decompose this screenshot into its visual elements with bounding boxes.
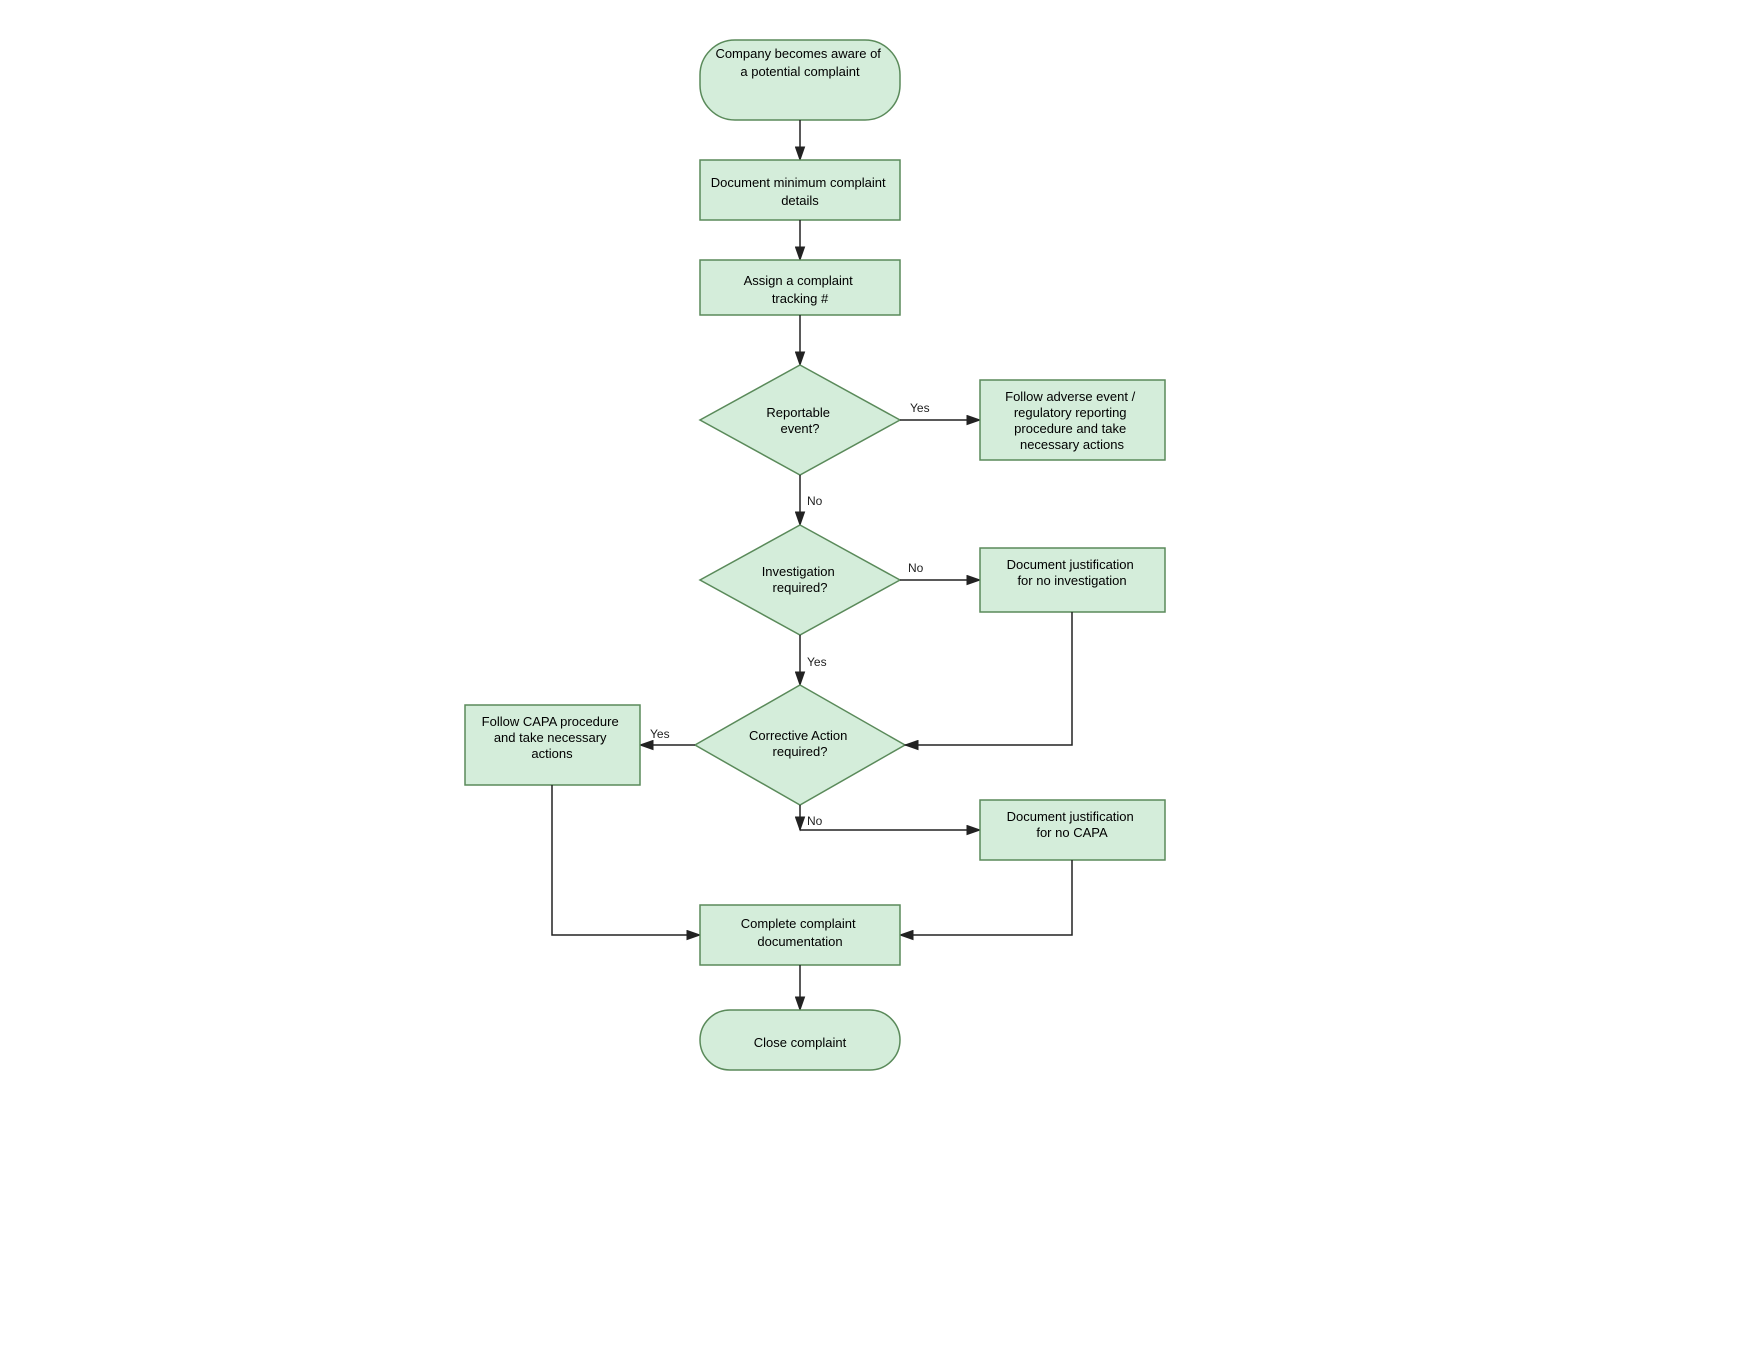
label-yes-investigation: Yes	[807, 655, 827, 669]
node-close-label: Close complaint	[754, 1035, 847, 1050]
flowchart-svg: Company becomes aware of a potential com…	[280, 0, 1480, 1360]
label-yes-reportable: Yes	[910, 401, 930, 415]
node-doc-no-invest-label: Document justification for no investigat…	[1007, 557, 1138, 588]
label-no-reportable: No	[807, 494, 823, 508]
label-no-corrective: No	[807, 814, 823, 828]
label-no-investigation: No	[908, 561, 924, 575]
node-investigation-label: Investigation required?	[762, 564, 839, 595]
flowchart-container: Company becomes aware of a potential com…	[280, 0, 1480, 1360]
node-adverse-event-label: Follow adverse event / regulatory report…	[1005, 389, 1139, 452]
label-yes-corrective: Yes	[650, 727, 670, 741]
